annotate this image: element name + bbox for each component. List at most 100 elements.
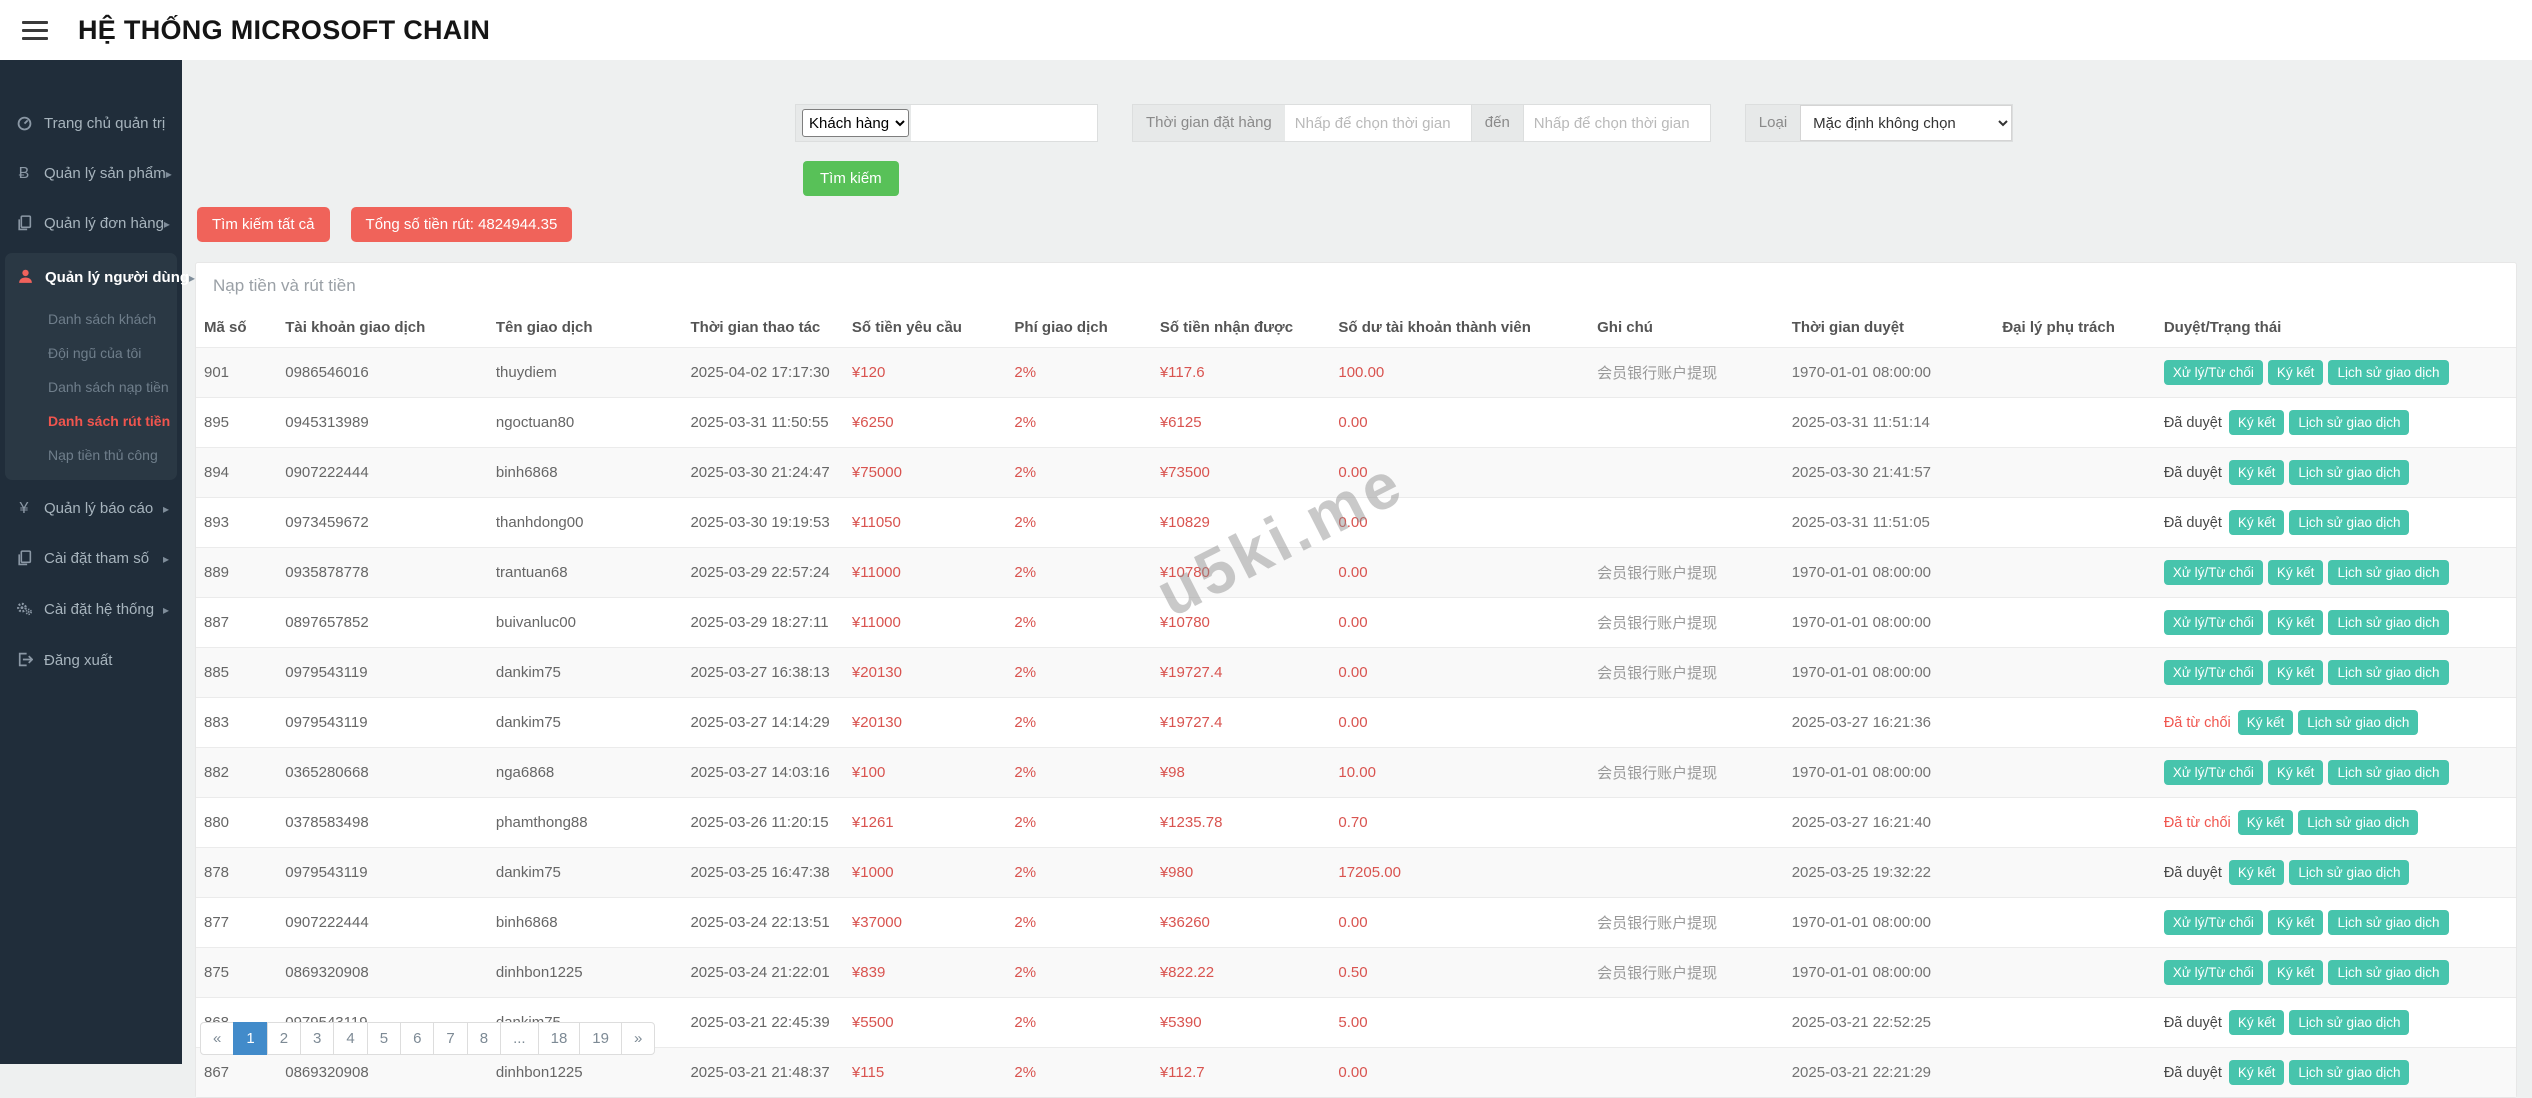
transaction-history-button[interactable]: Lịch sử giao dịch xyxy=(2328,960,2448,985)
page-7[interactable]: 7 xyxy=(433,1022,467,1055)
page-18[interactable]: 18 xyxy=(538,1022,581,1055)
sidebar-subitem-withdrawal-list[interactable]: Danh sách rút tiền xyxy=(5,404,177,438)
transaction-history-button[interactable]: Lịch sử giao dịch xyxy=(2328,360,2448,385)
sign-button[interactable]: Ký kết xyxy=(2268,760,2324,785)
page-4[interactable]: 4 xyxy=(333,1022,367,1055)
type-select[interactable]: Mặc định không chọn xyxy=(1800,105,2012,141)
search-all-button[interactable]: Tìm kiếm tất cả xyxy=(197,207,330,242)
sidebar-item-logout[interactable]: Đăng xuất xyxy=(0,635,182,686)
cell-approve_time: 2025-03-21 22:52:25 xyxy=(1784,998,1995,1048)
transaction-history-button[interactable]: Lịch sử giao dịch xyxy=(2328,610,2448,635)
transaction-history-button[interactable]: Lịch sử giao dịch xyxy=(2298,810,2418,835)
page-8[interactable]: 8 xyxy=(467,1022,501,1055)
sidebar-item-users[interactable]: Quản lý người dùng▸ xyxy=(5,253,177,302)
date-range-label: Thời gian đặt hàng xyxy=(1133,105,1285,141)
cell-id: 882 xyxy=(196,748,277,798)
sign-button[interactable]: Ký kết xyxy=(2238,810,2294,835)
search-button[interactable]: Tìm kiếm xyxy=(803,161,899,196)
customer-type-select[interactable]: Khách hàng xyxy=(802,109,909,137)
date-from-input[interactable] xyxy=(1285,105,1471,141)
page-6[interactable]: 6 xyxy=(400,1022,434,1055)
cell-approve_time: 2025-03-31 11:51:14 xyxy=(1784,398,1995,448)
sign-button[interactable]: Ký kết xyxy=(2268,560,2324,585)
sidebar-subitem-customer-list[interactable]: Danh sách khách xyxy=(5,302,177,336)
transaction-history-button[interactable]: Lịch sử giao dịch xyxy=(2298,710,2418,735)
transaction-history-button[interactable]: Lịch sử giao dịch xyxy=(2289,460,2409,485)
page-5[interactable]: 5 xyxy=(367,1022,401,1055)
transaction-history-button[interactable]: Lịch sử giao dịch xyxy=(2328,760,2448,785)
status-text: Đã từ chối xyxy=(2164,815,2231,831)
cell-fee: 2% xyxy=(1006,898,1151,948)
sidebar-item-reports[interactable]: ¥Quản lý báo cáo▸ xyxy=(0,484,182,533)
sidebar-item-products[interactable]: ɃQuản lý sản phẩm▸ xyxy=(0,149,182,198)
cell-balance: 5.00 xyxy=(1330,998,1589,1048)
sidebar-subitem-manual-deposit[interactable]: Nạp tiền thủ công xyxy=(5,438,177,472)
page-3[interactable]: 3 xyxy=(300,1022,334,1055)
chevron-right-icon: ▸ xyxy=(164,217,170,231)
menu-toggle-icon[interactable] xyxy=(22,16,52,45)
sidebar-subitem-deposit-list[interactable]: Danh sách nạp tiền xyxy=(5,370,177,404)
cell-account: 0869320908 xyxy=(277,948,488,998)
pagination: «12345678...1819» xyxy=(200,1022,655,1055)
transaction-history-button[interactable]: Lịch sử giao dịch xyxy=(2328,660,2448,685)
total-withdrawal-badge[interactable]: Tổng số tiền rút: 4824944.35 xyxy=(351,207,573,242)
cell-actions: Đã duyệt Ký kếtLịch sử giao dịch xyxy=(2156,998,2516,1048)
page-2[interactable]: 2 xyxy=(267,1022,301,1055)
cell-account: 0979543119 xyxy=(277,648,488,698)
transaction-history-button[interactable]: Lịch sử giao dịch xyxy=(2328,560,2448,585)
process-reject-button[interactable]: Xử lý/Từ chối xyxy=(2164,660,2263,685)
cell-note xyxy=(1589,398,1784,448)
process-reject-button[interactable]: Xử lý/Từ chối xyxy=(2164,960,2263,985)
sign-button[interactable]: Ký kết xyxy=(2268,610,2324,635)
sidebar-item-params[interactable]: Cài đặt tham số▸ xyxy=(0,533,182,584)
sign-button[interactable]: Ký kết xyxy=(2238,710,2294,735)
process-reject-button[interactable]: Xử lý/Từ chối xyxy=(2164,560,2263,585)
cell-account: 0979543119 xyxy=(277,698,488,748)
sign-button[interactable]: Ký kết xyxy=(2268,660,2324,685)
sign-button[interactable]: Ký kết xyxy=(2229,460,2285,485)
page-«[interactable]: « xyxy=(200,1022,234,1055)
cell-agent xyxy=(1994,348,2155,398)
sign-button[interactable]: Ký kết xyxy=(2268,960,2324,985)
sign-button[interactable]: Ký kết xyxy=(2268,360,2324,385)
transaction-history-button[interactable]: Lịch sử giao dịch xyxy=(2289,860,2409,885)
process-reject-button[interactable]: Xử lý/Từ chối xyxy=(2164,610,2263,635)
sign-button[interactable]: Ký kết xyxy=(2229,410,2285,435)
table-row: 8780979543119dankim752025-03-25 16:47:38… xyxy=(196,848,2516,898)
sidebar-item-orders[interactable]: Quản lý đơn hàng▸ xyxy=(0,198,182,249)
cell-actions: Đã từ chốiKý kếtLịch sử giao dịch xyxy=(2156,698,2516,748)
customer-search-input[interactable] xyxy=(911,105,1097,141)
cell-balance: 0.00 xyxy=(1330,398,1589,448)
cell-balance: 0.00 xyxy=(1330,648,1589,698)
sidebar-subitem-my-team[interactable]: Đội ngũ của tôi xyxy=(5,336,177,370)
cell-op_time: 2025-03-30 19:19:53 xyxy=(682,498,843,548)
transaction-history-button[interactable]: Lịch sử giao dịch xyxy=(2328,910,2448,935)
transaction-history-button[interactable]: Lịch sử giao dịch xyxy=(2289,410,2409,435)
process-reject-button[interactable]: Xử lý/Từ chối xyxy=(2164,360,2263,385)
transaction-history-button[interactable]: Lịch sử giao dịch xyxy=(2289,510,2409,535)
sidebar-item-system[interactable]: Cài đặt hệ thống▸ xyxy=(0,584,182,635)
sign-button[interactable]: Ký kết xyxy=(2229,510,2285,535)
cell-actions: Đã duyệtKý kếtLịch sử giao dịch xyxy=(2156,448,2516,498)
page-1[interactable]: 1 xyxy=(233,1022,267,1055)
cell-received: ¥980 xyxy=(1152,848,1331,898)
cell-approve_time: 1970-01-01 08:00:00 xyxy=(1784,648,1995,698)
page-»[interactable]: » xyxy=(621,1022,655,1055)
transaction-history-button[interactable]: Lịch sử giao dịch xyxy=(2289,1010,2409,1035)
sign-button[interactable]: Ký kết xyxy=(2229,860,2285,885)
sign-button[interactable]: Ký kết xyxy=(2229,1010,2285,1035)
cell-approve_time: 1970-01-01 08:00:00 xyxy=(1784,548,1995,598)
date-to-input[interactable] xyxy=(1524,105,1710,141)
page-19[interactable]: 19 xyxy=(579,1022,622,1055)
cell-name: dankim75 xyxy=(488,848,683,898)
yen-icon: ¥ xyxy=(13,501,35,517)
process-reject-button[interactable]: Xử lý/Từ chối xyxy=(2164,760,2263,785)
sidebar-bottom-menu: ¥Quản lý báo cáo▸Cài đặt tham số▸Cài đặt… xyxy=(0,484,182,686)
page-...[interactable]: ... xyxy=(500,1022,539,1055)
column-header: Đại lý phụ trách xyxy=(1994,308,2155,348)
process-reject-button[interactable]: Xử lý/Từ chối xyxy=(2164,910,2263,935)
sidebar-item-dashboard[interactable]: Trang chủ quản trị xyxy=(0,98,182,149)
sign-button[interactable]: Ký kết xyxy=(2268,910,2324,935)
status-text: Đã duyệt xyxy=(2164,1015,2222,1031)
date-to-label: đến xyxy=(1471,105,1524,141)
